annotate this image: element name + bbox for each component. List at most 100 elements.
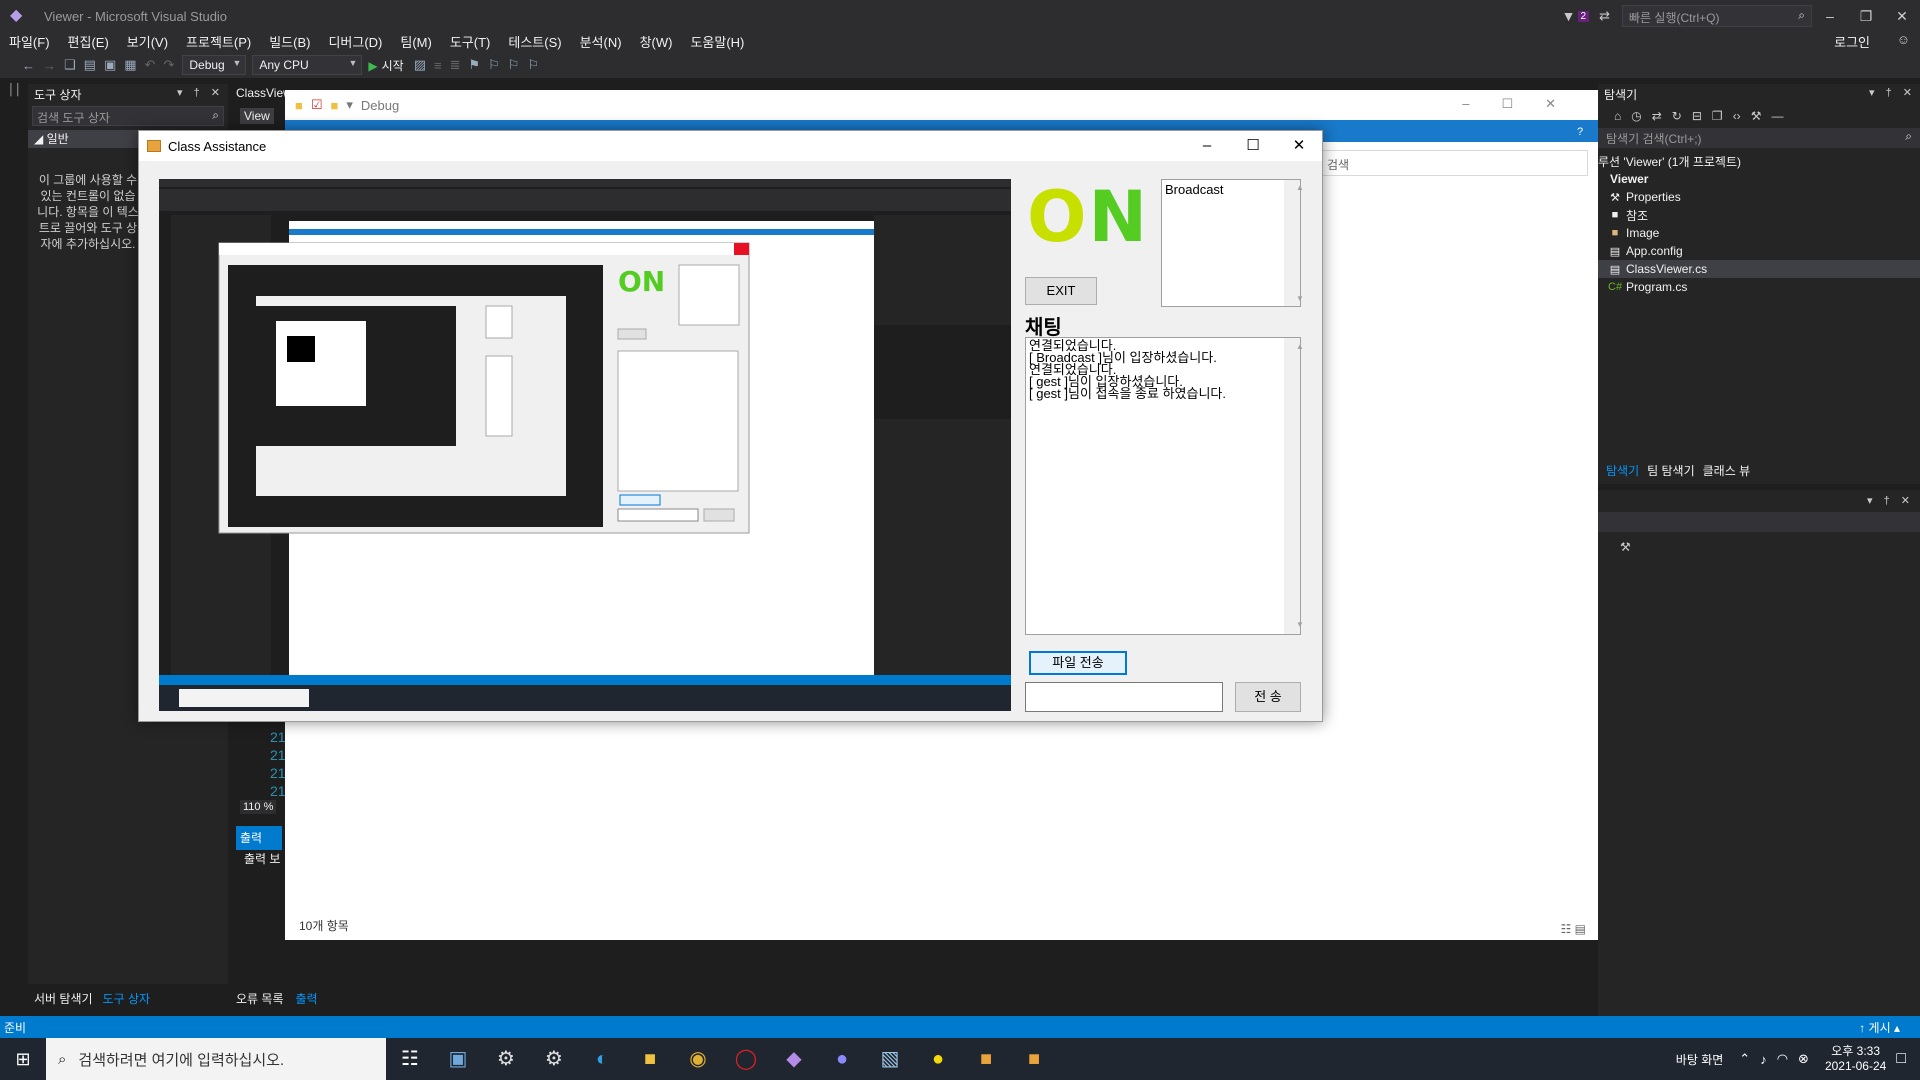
editor-tab[interactable]: ClassView bbox=[236, 86, 292, 100]
class-assistance-taskbar-icon[interactable]: ■ bbox=[962, 1038, 1010, 1080]
home-icon[interactable]: ⌂ bbox=[1614, 109, 1621, 123]
user-list-item[interactable]: Broadcast bbox=[1165, 182, 1297, 197]
tree-node-properties[interactable]: ⚒ Properties bbox=[1598, 188, 1920, 206]
wrench-icon[interactable]: ⚒ bbox=[1751, 109, 1762, 123]
browser-link-icon[interactable]: ▨ bbox=[414, 57, 426, 73]
gear-app-icon[interactable]: ⚙ bbox=[530, 1038, 578, 1080]
scrollbar[interactable]: ▲ ▼ bbox=[1284, 180, 1304, 306]
feedback-icon[interactable]: ☺ bbox=[1897, 32, 1910, 47]
eclipse-icon[interactable]: ● bbox=[818, 1038, 866, 1080]
forward-icon[interactable]: → bbox=[43, 58, 56, 73]
menu-analyze[interactable]: 분석(N) bbox=[571, 32, 631, 51]
save-all-icon[interactable]: ▦ bbox=[124, 57, 136, 73]
file-send-button[interactable]: 파일 전송 bbox=[1029, 651, 1127, 675]
open-file-icon[interactable]: ▤ bbox=[84, 57, 96, 73]
tree-node-references[interactable]: ■ 참조 bbox=[1598, 206, 1920, 224]
tree-node-solution[interactable]: 루션 'Viewer' (1개 프로젝트) bbox=[1598, 152, 1920, 170]
menu-tools[interactable]: 도구(T) bbox=[441, 32, 500, 51]
menu-team[interactable]: 팀(M) bbox=[391, 32, 440, 51]
connected-users-list[interactable]: Broadcast ▲ ▼ bbox=[1161, 179, 1304, 307]
properties-icon[interactable]: ☑ bbox=[311, 97, 323, 113]
maximize-button[interactable]: ☐ bbox=[1230, 131, 1276, 161]
send-button[interactable]: 전 송 bbox=[1235, 682, 1301, 712]
comment-icon[interactable]: ≣ bbox=[450, 57, 461, 73]
clock[interactable]: 오후 3:33 2021-06-24 bbox=[1825, 1044, 1886, 1074]
panel-controls[interactable]: ▾ † ✕ bbox=[1869, 86, 1916, 99]
panel-controls[interactable]: ▾ † ✕ bbox=[1867, 494, 1914, 507]
tab-toolbox[interactable]: 도구 상자 bbox=[103, 990, 151, 1007]
undo-icon[interactable]: ↶ bbox=[145, 57, 156, 73]
tab-server-explorer[interactable]: 서버 탐색기 bbox=[34, 990, 93, 1007]
copy-icon[interactable]: ❐ bbox=[1712, 109, 1723, 123]
solution-search-input[interactable]: 탐색기 검색(Ctrl+;) ⌕ bbox=[1598, 128, 1920, 148]
platform-select[interactable]: Any CPU ▼ bbox=[252, 55, 363, 75]
tree-node-program[interactable]: C# Program.cs bbox=[1598, 278, 1920, 296]
scroll-up-icon[interactable]: ▲ bbox=[1292, 341, 1308, 353]
solution-config-select[interactable]: Debug ▼ bbox=[182, 55, 247, 75]
start-debug-button[interactable]: ▶ 시작 bbox=[368, 57, 403, 74]
live-share-icon[interactable]: ⇄ bbox=[1599, 8, 1610, 24]
tab-output[interactable]: 출력 bbox=[296, 990, 318, 1007]
tab-class-view[interactable]: 클래스 뷰 bbox=[1703, 462, 1751, 482]
menu-debug[interactable]: 디버그(D) bbox=[319, 32, 391, 51]
visual-studio-icon[interactable]: ◆ bbox=[770, 1038, 818, 1080]
code-view-icon[interactable]: ‹› bbox=[1733, 109, 1741, 123]
network-off-icon[interactable]: ⊗ bbox=[1798, 1051, 1809, 1067]
notification-filter-icon[interactable]: ▼ bbox=[1562, 8, 1576, 24]
opera-icon[interactable]: ◯ bbox=[722, 1038, 770, 1080]
kakaotalk-icon[interactable]: ● bbox=[914, 1038, 962, 1080]
desktop-toolbar[interactable]: 바탕 화면 bbox=[1676, 1051, 1724, 1068]
save-icon[interactable]: ▣ bbox=[104, 57, 116, 73]
tab-solution-explorer[interactable]: 탐색기 bbox=[1606, 462, 1639, 482]
left-side-tabs[interactable]: ││ bbox=[8, 84, 26, 154]
tab-team-explorer[interactable]: 팀 탐색기 bbox=[1647, 462, 1695, 482]
explorer-window-controls[interactable]: –☐✕ bbox=[1462, 96, 1588, 112]
scroll-down-icon[interactable]: ▼ bbox=[1292, 619, 1308, 631]
output-tab-left[interactable]: 출력 bbox=[236, 826, 282, 850]
view-mode-icons[interactable]: ☷ ▤ bbox=[1561, 922, 1586, 936]
exit-button[interactable]: EXIT bbox=[1025, 277, 1097, 305]
class-viewer-taskbar-icon[interactable]: ■ bbox=[1010, 1038, 1058, 1080]
new-project-icon[interactable]: ❑ bbox=[64, 57, 76, 73]
menu-project[interactable]: 프로젝트(P) bbox=[177, 32, 260, 51]
login-link[interactable]: 로그인 bbox=[1834, 32, 1870, 51]
collapse-icon[interactable]: ⊟ bbox=[1692, 109, 1702, 123]
editor-subtab[interactable]: View bbox=[240, 108, 274, 124]
new-folder-icon[interactable]: ■ bbox=[331, 98, 339, 113]
menu-file[interactable]: 파일(F) bbox=[0, 32, 59, 51]
next-bookmark-icon[interactable]: ⚐ bbox=[488, 57, 500, 73]
chrome-icon[interactable]: ◉ bbox=[674, 1038, 722, 1080]
close-button[interactable]: ✕ bbox=[1276, 131, 1322, 161]
quick-launch-input[interactable]: 빠른 실행(Ctrl+Q) ⌕ bbox=[1622, 5, 1812, 27]
scroll-up-icon[interactable]: ▲ bbox=[1292, 183, 1308, 192]
property-pages-icon[interactable]: ⚒ bbox=[1620, 540, 1631, 554]
chevron-down-icon[interactable]: ▾ bbox=[346, 97, 353, 113]
taskbar-search-input[interactable]: ⌕ 검색하려면 여기에 입력하십시오. bbox=[46, 1038, 386, 1080]
help-icon[interactable]: ? bbox=[1572, 124, 1588, 140]
indent-icon[interactable]: ≡ bbox=[434, 58, 442, 73]
refresh-icon[interactable]: ↻ bbox=[1672, 109, 1682, 123]
clear-bookmarks-icon[interactable]: ⚐ bbox=[527, 57, 539, 73]
explorer-search-input[interactable]: 검색 bbox=[1318, 150, 1588, 176]
wifi-icon[interactable]: ◠ bbox=[1777, 1051, 1788, 1067]
app-icon-cards[interactable]: ▧ bbox=[866, 1038, 914, 1080]
chat-log[interactable]: 연결되었습니다. [ Broadcast ]님이 입장하셨습니다. 연결되었습니… bbox=[1025, 337, 1304, 635]
menu-window[interactable]: 창(W) bbox=[631, 32, 682, 51]
tree-node-image[interactable]: ■ Image bbox=[1598, 224, 1920, 242]
windows-start-icon[interactable]: ⊞ bbox=[0, 1038, 46, 1080]
tree-node-app-config[interactable]: ▤ App.config bbox=[1598, 242, 1920, 260]
pin-icon[interactable]: — bbox=[1771, 109, 1783, 123]
bookmark-icon[interactable]: ⚑ bbox=[468, 57, 480, 73]
redo-icon[interactable]: ↷ bbox=[163, 57, 174, 73]
prev-bookmark-icon[interactable]: ⚐ bbox=[508, 57, 520, 73]
menu-edit[interactable]: 편집(E) bbox=[59, 32, 118, 51]
menu-view[interactable]: 보기(V) bbox=[118, 32, 177, 51]
action-center-icon[interactable]: □ bbox=[1896, 1050, 1906, 1068]
minimize-button[interactable]: – bbox=[1812, 8, 1848, 24]
chevron-up-icon[interactable]: ⌃ bbox=[1739, 1051, 1750, 1067]
app-icon-screen[interactable]: ▣ bbox=[434, 1038, 482, 1080]
tree-node-project[interactable]: Viewer bbox=[1598, 170, 1920, 188]
tab-error-list[interactable]: 오류 목록 bbox=[236, 990, 284, 1007]
zoom-level[interactable]: 110 % bbox=[240, 800, 277, 814]
edge-icon[interactable]: ◐ bbox=[578, 1038, 626, 1080]
